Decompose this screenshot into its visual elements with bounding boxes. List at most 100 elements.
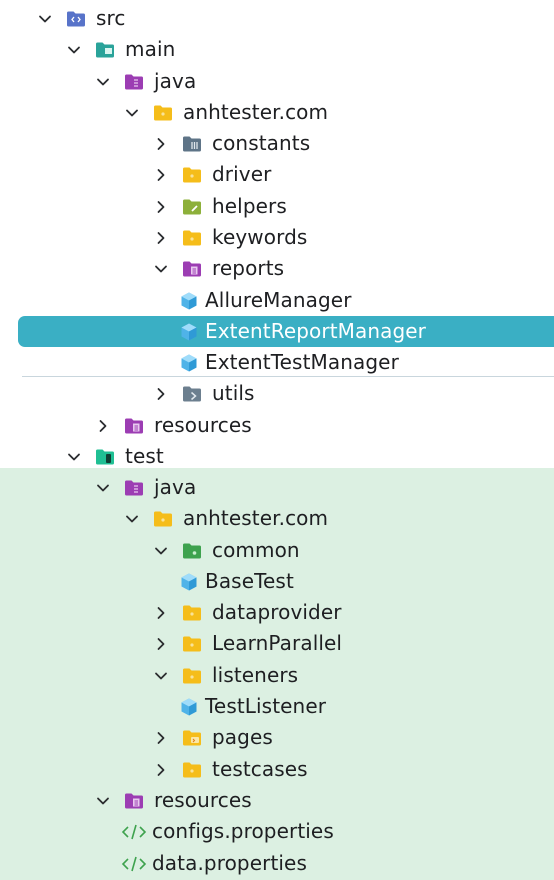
tree-item-label: ExtentTestManager [205,350,399,374]
tree-folder-item[interactable]: java [0,472,554,503]
tree-folder-item[interactable]: resources [0,410,554,441]
tree-item-label: helpers [212,194,287,218]
tree-item-label: test [125,444,164,468]
tree-folder-item[interactable]: reports [0,253,554,284]
tree-file-item[interactable]: BaseTest [0,566,554,597]
package-folder-icon [153,509,173,529]
chevron-down-icon[interactable] [125,512,139,526]
chevron-right-icon[interactable] [154,731,168,745]
tree-folder-item[interactable]: testcases [0,754,554,785]
tree-item-label: java [154,475,197,499]
chevron-right-icon[interactable] [154,387,168,401]
chevron-right-icon[interactable] [154,231,168,245]
tree-folder-item[interactable]: constants [0,128,554,159]
tree-folder-item[interactable]: helpers [0,191,554,222]
tree-folder-item[interactable]: pages [0,722,554,753]
tree-item-label: src [96,6,126,30]
tree-item-label: pages [212,725,273,749]
chevron-right-icon[interactable] [154,606,168,620]
tree-item-label: dataprovider [212,600,342,624]
tree-file-item[interactable]: AllureManager [0,285,554,316]
chevron-down-icon[interactable] [154,544,168,558]
tree-item-label: keywords [212,225,308,249]
package-folder-icon [182,760,202,780]
chevron-down-icon[interactable] [154,262,168,276]
chevron-right-icon[interactable] [154,137,168,151]
source-root-folder-icon [124,72,144,92]
tree-folder-item[interactable]: anhtester.com [0,503,554,534]
chevron-down-icon[interactable] [96,481,110,495]
tree-item-label: configs.properties [152,819,334,843]
class-icon [179,353,199,373]
tree-item-label: TestListener [205,694,327,718]
tree-item-label: constants [212,131,311,155]
common-folder-icon [182,541,202,561]
tree-item-label: listeners [212,663,299,687]
chevron-down-icon[interactable] [154,669,168,683]
tree-file-item[interactable]: data.properties [0,848,554,879]
tree-item-label: ExtentReportManager [205,319,427,343]
chevron-right-icon[interactable] [154,168,168,182]
package-folder-icon [182,603,202,623]
chevron-down-icon[interactable] [67,450,81,464]
tree-item-label: BaseTest [205,569,294,593]
src-folder-icon [66,9,86,29]
tree-item-label: utils [212,381,255,405]
chevron-right-icon[interactable] [154,763,168,777]
tree-folder-item[interactable]: java [0,66,554,97]
utils-folder-icon [182,384,202,404]
package-folder-icon [153,103,173,123]
tree-folder-item[interactable]: main [0,34,554,65]
tree-item-label: LearnParallel [212,631,343,655]
chevron-right-icon[interactable] [96,419,110,433]
properties-file-icon [121,822,147,842]
class-icon [179,291,199,311]
pages-folder-icon [182,728,202,748]
tree-item-label: testcases [212,757,308,781]
chevron-down-icon[interactable] [38,12,52,26]
tree-item-label: anhtester.com [183,506,329,530]
tree-item-label: resources [154,788,252,812]
tree-file-item[interactable]: ExtentReportManager [18,316,554,347]
chevron-right-icon[interactable] [154,637,168,651]
tree-item-label: java [154,69,197,93]
resources-folder-icon [124,791,144,811]
resources-folder-icon [124,416,144,436]
reports-folder-icon [182,259,202,279]
class-icon [179,572,199,592]
tree-folder-item[interactable]: utils [0,378,554,409]
tree-folder-item[interactable]: src [0,3,554,34]
tree-folder-item[interactable]: keywords [0,222,554,253]
tree-item-label: data.properties [152,851,307,875]
tree-folder-item[interactable]: listeners [0,660,554,691]
chevron-down-icon[interactable] [67,43,81,57]
tree-folder-item[interactable]: driver [0,159,554,190]
tree-item-label: reports [212,256,285,280]
package-folder-icon [182,634,202,654]
module-folder-icon [95,40,115,60]
helpers-folder-icon [182,197,202,217]
tree-folder-item[interactable]: LearnParallel [0,628,554,659]
tree-folder-item[interactable]: common [0,535,554,566]
chevron-down-icon[interactable] [125,106,139,120]
chevron-down-icon[interactable] [96,75,110,89]
tree-folder-item[interactable]: anhtester.com [0,97,554,128]
tree-folder-item[interactable]: dataprovider [0,597,554,628]
test-module-folder-icon [95,447,115,467]
package-folder-icon [182,165,202,185]
tree-file-item[interactable]: configs.properties [0,816,554,847]
tree-item-label: resources [154,413,252,437]
class-icon [179,322,199,342]
tree-item-label: driver [212,162,272,186]
tree-folder-item[interactable]: resources [0,785,554,816]
tree-file-item[interactable]: TestListener [0,691,554,722]
chevron-right-icon[interactable] [154,200,168,214]
tree-item-label: AllureManager [205,288,352,312]
chevron-down-icon[interactable] [96,794,110,808]
package-folder-icon [182,666,202,686]
project-tree: src main java anhtester.com constants dr… [0,0,554,880]
tree-folder-item[interactable]: test [0,441,554,472]
package-folder-icon [182,228,202,248]
tree-file-item[interactable]: ExtentTestManager [0,347,554,378]
tree-item-label: anhtester.com [183,100,329,124]
